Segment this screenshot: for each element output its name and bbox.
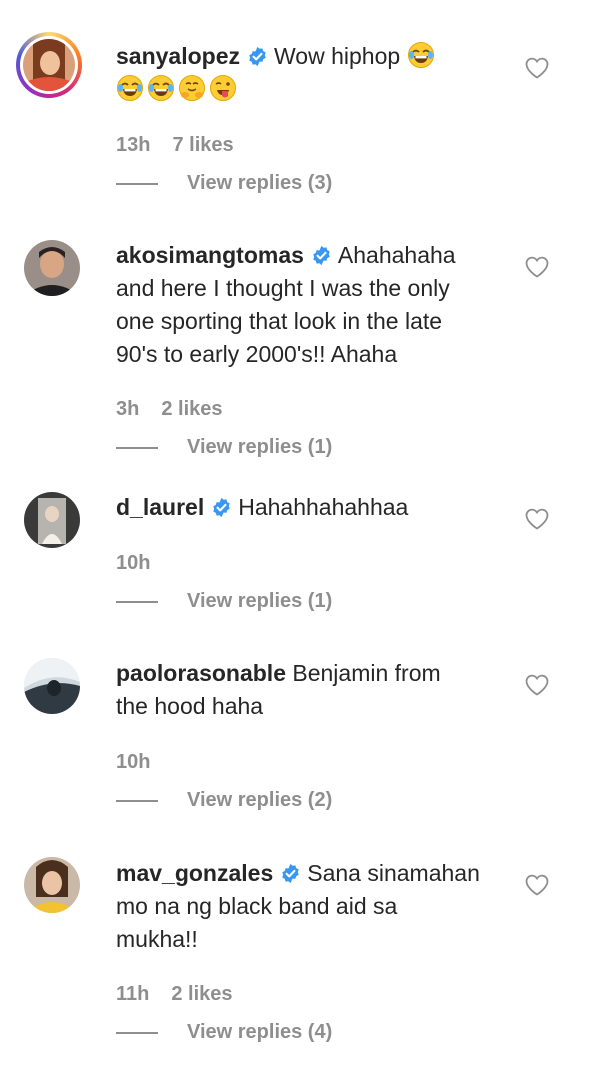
like-heart-icon[interactable] bbox=[524, 56, 550, 80]
likes-count[interactable]: 2 likes bbox=[171, 983, 232, 1005]
view-replies-button[interactable]: View replies (3) bbox=[116, 171, 332, 195]
comment-text-line: the hood haha bbox=[116, 693, 264, 719]
rofl-emoji-icon bbox=[116, 74, 144, 102]
username[interactable]: d_laurel bbox=[116, 494, 204, 520]
view-replies-button[interactable]: View replies (4) bbox=[116, 1020, 332, 1044]
comment-body: d_laurel Hahahhahahhaa bbox=[116, 491, 506, 524]
comment-meta: 3h 2 likes bbox=[116, 397, 223, 421]
avatar-photo bbox=[23, 39, 75, 91]
view-replies-label: View replies (3) bbox=[187, 172, 333, 194]
comment-meta: 11h 2 likes bbox=[116, 982, 233, 1006]
username[interactable]: sanyalopez bbox=[116, 43, 240, 69]
view-replies-button[interactable]: View replies (1) bbox=[116, 435, 332, 459]
comment-text: Hahahhahahhaa bbox=[238, 494, 409, 520]
username[interactable]: akosimangtomas bbox=[116, 242, 304, 268]
comment-text-line: Ahahahaha bbox=[337, 242, 456, 268]
comment-text-line: Sana sinamahan bbox=[307, 860, 480, 886]
comment-text-line: 90's to early 2000's!! Ahaha bbox=[116, 341, 398, 367]
tongue-wink-emoji-icon bbox=[209, 74, 237, 102]
comment-meta: 10h bbox=[116, 551, 150, 575]
replies-divider bbox=[116, 446, 158, 449]
comment-text-line: and here I thought I was the only bbox=[116, 275, 450, 301]
comment-text: Wow hiphop bbox=[274, 43, 401, 69]
avatar-photo bbox=[24, 240, 80, 296]
view-replies-label: View replies (1) bbox=[187, 436, 333, 458]
verified-badge-icon bbox=[311, 245, 332, 266]
replies-divider bbox=[116, 182, 158, 185]
verified-badge-icon bbox=[211, 497, 232, 518]
replies-divider bbox=[116, 799, 158, 802]
like-heart-icon[interactable] bbox=[524, 255, 550, 279]
avatar[interactable] bbox=[24, 658, 80, 714]
verified-badge-icon bbox=[247, 46, 268, 67]
timestamp[interactable]: 10h bbox=[116, 552, 150, 574]
comment-text-line: mo na ng black band aid sa bbox=[116, 893, 398, 919]
like-heart-icon[interactable] bbox=[524, 873, 550, 897]
likes-count[interactable]: 7 likes bbox=[172, 134, 233, 156]
view-replies-button[interactable]: View replies (2) bbox=[116, 788, 332, 812]
comment-text-line: Benjamin from bbox=[292, 660, 441, 686]
comment-text-line: one sporting that look in the late bbox=[116, 308, 443, 334]
comment-body: sanyalopez Wow hiphop bbox=[116, 40, 506, 106]
comment-body: akosimangtomas Ahahahaha and here I thoug… bbox=[116, 239, 506, 371]
verified-badge-icon bbox=[280, 863, 301, 884]
avatar-photo bbox=[24, 492, 80, 548]
hugging-emoji-icon bbox=[178, 74, 206, 102]
avatar[interactable] bbox=[24, 240, 80, 296]
view-replies-label: View replies (2) bbox=[187, 789, 333, 811]
like-heart-icon[interactable] bbox=[524, 507, 550, 531]
avatar-photo bbox=[24, 857, 80, 913]
comment-body: mav_gonzales Sana sinamahan mo na ng blac… bbox=[116, 857, 506, 956]
rofl-emoji-icon bbox=[147, 74, 175, 102]
view-replies-label: View replies (1) bbox=[187, 590, 333, 612]
like-heart-icon[interactable] bbox=[524, 673, 550, 697]
replies-divider bbox=[116, 600, 158, 603]
likes-count[interactable]: 2 likes bbox=[161, 398, 222, 420]
comment-meta: 13h 7 likes bbox=[116, 133, 234, 157]
username[interactable]: mav_gonzales bbox=[116, 860, 273, 886]
avatar[interactable] bbox=[24, 492, 80, 548]
comment-meta: 10h bbox=[116, 750, 150, 774]
rofl-emoji-icon bbox=[407, 41, 435, 69]
timestamp[interactable]: 11h bbox=[116, 983, 149, 1005]
view-replies-label: View replies (4) bbox=[187, 1021, 333, 1043]
avatar[interactable] bbox=[16, 32, 82, 98]
replies-divider bbox=[116, 1031, 158, 1034]
comment-body: paolorasonable Benjamin from the hood ha… bbox=[116, 657, 506, 723]
comment-text-line: mukha!! bbox=[116, 926, 198, 952]
view-replies-button[interactable]: View replies (1) bbox=[116, 589, 332, 613]
avatar-photo bbox=[24, 658, 80, 714]
username[interactable]: paolorasonable bbox=[116, 660, 286, 686]
avatar[interactable] bbox=[24, 857, 80, 913]
timestamp[interactable]: 3h bbox=[116, 398, 139, 420]
timestamp[interactable]: 10h bbox=[116, 751, 150, 773]
timestamp[interactable]: 13h bbox=[116, 134, 150, 156]
